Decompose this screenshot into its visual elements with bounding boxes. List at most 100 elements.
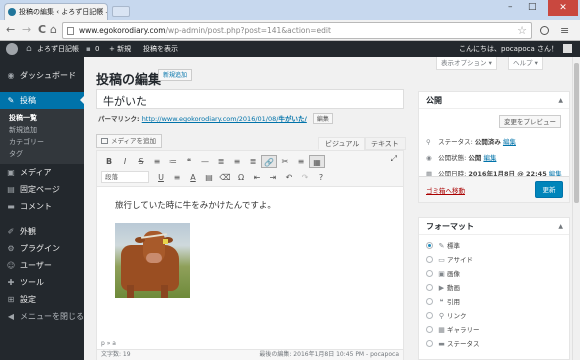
browser-menu-icon[interactable]: ≡	[560, 24, 569, 37]
post-title-input[interactable]: 牛がいた	[96, 89, 404, 109]
underline-button[interactable]: U	[153, 171, 169, 184]
radio[interactable]	[426, 326, 433, 333]
align-center-button[interactable]: ≡	[229, 155, 245, 168]
edit-slug-button[interactable]: 編集	[312, 113, 333, 124]
menu-item-settings[interactable]: ⊞ 設定	[0, 291, 84, 308]
strikethrough-button[interactable]: S	[133, 155, 149, 168]
view-post-link[interactable]: 投稿を表示	[143, 41, 178, 57]
extension-icon[interactable]	[540, 26, 549, 35]
bookmark-star-icon[interactable]: ☆	[517, 24, 527, 37]
tab-close-icon[interactable]: ✕	[97, 6, 104, 15]
radio-checked[interactable]	[426, 242, 433, 249]
unlink-button[interactable]: ✂	[277, 155, 293, 168]
align-left-button[interactable]: ≣	[213, 155, 229, 168]
redo-button[interactable]: ↷	[297, 171, 313, 184]
radio[interactable]	[426, 284, 433, 291]
radio[interactable]	[426, 270, 433, 277]
blockquote-button[interactable]: ❝	[181, 155, 197, 168]
format-link[interactable]: ⚲ リンク	[426, 310, 467, 323]
menu-item-users[interactable]: ☺ ユーザー	[0, 257, 84, 274]
menu-item-plugins[interactable]: ⚙ プラグイン	[0, 240, 84, 257]
text-color-button[interactable]: A	[185, 171, 201, 184]
submenu-categories[interactable]: カテゴリー	[0, 136, 84, 148]
format-video[interactable]: ▶ 動画	[426, 282, 460, 295]
page-scrollbar[interactable]	[572, 57, 580, 360]
comments-count[interactable]: 0	[95, 41, 99, 57]
maximize-button[interactable]: □	[528, 2, 537, 12]
submenu-all-posts[interactable]: 投稿一覧	[0, 112, 84, 124]
minimize-button[interactable]: –	[508, 2, 513, 12]
indent-button[interactable]: ⇥	[265, 171, 281, 184]
format-status[interactable]: ▬ ステータス	[426, 338, 480, 351]
justify-button[interactable]: ≡	[169, 171, 185, 184]
cow-image[interactable]	[115, 223, 190, 298]
paste-as-text-button[interactable]: ▤	[201, 171, 217, 184]
screen-options-button[interactable]: 表示オプション ▾	[436, 57, 497, 70]
insert-link-button[interactable]: 🔗	[261, 154, 277, 168]
format-select[interactable]: 段落	[101, 171, 149, 183]
new-content-link[interactable]: + 新規	[109, 41, 131, 57]
submenu-tags[interactable]: タグ	[0, 148, 84, 160]
add-new-button[interactable]: 新規追加	[158, 69, 193, 81]
radio[interactable]	[426, 312, 433, 319]
permalink-url[interactable]: http://www.egokorodiary.com/2016/01/08/牛…	[142, 115, 307, 123]
add-media-button[interactable]: メディアを追加	[96, 134, 163, 148]
help-button[interactable]: ?	[313, 171, 329, 184]
scrollbar-thumb[interactable]	[574, 63, 579, 203]
menu-collapse[interactable]: ◀ メニューを閉じる	[0, 308, 84, 325]
submenu-add-new[interactable]: 新規追加	[0, 124, 84, 136]
new-tab-button[interactable]	[112, 6, 130, 17]
undo-button[interactable]: ↶	[281, 171, 297, 184]
collapse-arrow-icon[interactable]: ▲	[558, 92, 563, 109]
horizontal-rule-button[interactable]: —	[197, 155, 213, 168]
numbered-list-button[interactable]: ≔	[165, 155, 181, 168]
wordpress-logo-icon[interactable]	[6, 43, 18, 55]
read-more-button[interactable]: ≡	[293, 155, 309, 168]
menu-item-dashboard[interactable]: ◉ ダッシュボード	[0, 67, 84, 84]
move-to-trash-link[interactable]: ゴミ箱へ移動	[426, 185, 465, 195]
format-quote[interactable]: ❝ 引用	[426, 296, 460, 309]
preview-changes-button[interactable]: 変更をプレビュー	[499, 115, 561, 128]
bold-button[interactable]: B	[101, 155, 117, 168]
tab-text[interactable]: テキスト	[364, 137, 406, 150]
tab-visual[interactable]: ビジュアル	[318, 137, 367, 150]
fullscreen-icon[interactable]: ⤢	[391, 154, 397, 164]
menu-item-appearance[interactable]: ✐ 外観	[0, 223, 84, 240]
comment-icon[interactable]: ▪	[86, 41, 91, 57]
format-standard[interactable]: ✎ 標準	[426, 240, 460, 253]
status-edit-link[interactable]: 編集	[503, 138, 516, 146]
menu-item-posts[interactable]: ✎ 投稿	[0, 92, 84, 109]
special-character-button[interactable]: Ω	[233, 171, 249, 184]
help-button[interactable]: ヘルプ ▾	[508, 57, 543, 70]
italic-button[interactable]: I	[117, 155, 133, 168]
outdent-button[interactable]: ⇤	[249, 171, 265, 184]
menu-item-pages[interactable]: ▤ 固定ページ	[0, 181, 84, 198]
home-icon[interactable]: ⌂	[50, 23, 57, 37]
align-right-button[interactable]: ≣	[245, 155, 261, 168]
bullet-list-button[interactable]: ≡	[149, 155, 165, 168]
forward-icon[interactable]: →	[22, 23, 31, 37]
toolbar-toggle-button[interactable]: ▦	[309, 154, 325, 168]
url-bar[interactable]: www.egokorodiary.com/wp-admin/post.php?p…	[62, 22, 532, 39]
format-gallery[interactable]: ▦ ギャラリー	[426, 324, 480, 337]
site-name-link[interactable]: よろず日記帳	[37, 41, 79, 57]
update-button[interactable]: 更新	[535, 181, 563, 198]
visibility-edit-link[interactable]: 編集	[483, 154, 496, 162]
publish-box-title[interactable]: 公開 ▲	[419, 92, 569, 109]
collapse-arrow-icon[interactable]: ▲	[558, 218, 563, 235]
post-body-text[interactable]: 旅行していた時に牛をみかけたんですよ。	[115, 199, 276, 211]
greeting-link[interactable]: こんにちは、pocapoca さん！	[459, 41, 558, 57]
radio[interactable]	[426, 340, 433, 347]
reload-icon[interactable]: C	[38, 23, 46, 37]
menu-item-media[interactable]: ▣ メディア	[0, 164, 84, 181]
window-close-button[interactable]: ✕	[548, 0, 578, 16]
format-box-title[interactable]: フォーマット ▲	[419, 218, 569, 235]
radio[interactable]	[426, 298, 433, 305]
format-image[interactable]: ▣ 画像	[426, 268, 460, 281]
browser-tab[interactable]: 投稿の編集 ‹ よろず日記帳 — ✕	[4, 3, 108, 20]
back-icon[interactable]: ←	[6, 23, 15, 37]
format-aside[interactable]: ▭ アサイド	[426, 254, 473, 267]
radio[interactable]	[426, 256, 433, 263]
menu-item-comments[interactable]: ▬ コメント	[0, 198, 84, 215]
clear-formatting-button[interactable]: ⌫	[217, 171, 233, 184]
